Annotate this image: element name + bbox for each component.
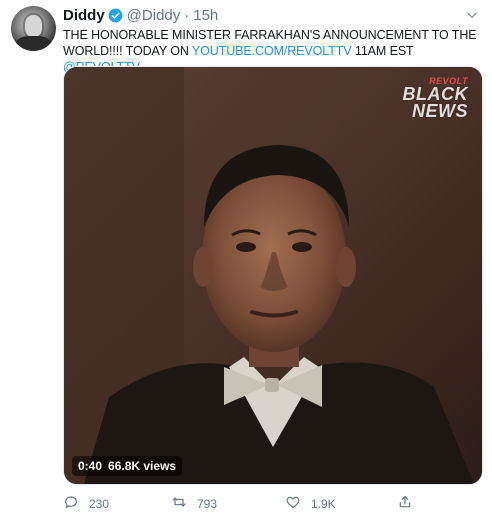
- avatar-shoulders: [15, 36, 52, 51]
- like-icon: [285, 494, 301, 513]
- tweet[interactable]: Diddy @Diddy · 15h THE HONORABLE MINISTE…: [0, 0, 492, 518]
- retweet-count: 793: [197, 496, 218, 511]
- revolt-black-news-logo: REVOLT BLACK NEWS: [403, 77, 469, 120]
- like-button[interactable]: 1.9K: [285, 494, 336, 513]
- retweet-icon: [171, 494, 187, 513]
- like-count: 1.9K: [311, 496, 336, 511]
- tweet-header: Diddy @Diddy · 15h: [63, 6, 218, 24]
- video-frame: [64, 67, 482, 484]
- tweet-text-time: 11AM EST: [351, 44, 414, 58]
- reply-count: 230: [89, 496, 110, 511]
- tweet-actions: 230 793 1.9K: [63, 494, 473, 514]
- share-button[interactable]: [397, 494, 413, 513]
- user-handle[interactable]: @Diddy: [127, 7, 181, 24]
- tweet-timestamp[interactable]: 15h: [193, 7, 218, 24]
- verified-badge-icon: [108, 8, 123, 23]
- video-info-overlay: 0:40 66.8K views: [72, 456, 183, 476]
- separator-dot: ·: [184, 6, 190, 24]
- share-icon: [397, 494, 413, 513]
- video-player[interactable]: REVOLT BLACK NEWS 0:40 66.8K views: [63, 66, 483, 485]
- retweet-button[interactable]: 793: [171, 494, 217, 513]
- chevron-down-icon[interactable]: [465, 8, 479, 22]
- avatar[interactable]: [11, 6, 56, 51]
- reply-icon: [63, 494, 79, 513]
- video-duration: 0:40: [78, 459, 103, 473]
- watermark-line-2: NEWS: [412, 100, 468, 121]
- display-name[interactable]: Diddy: [63, 7, 105, 24]
- youtube-link[interactable]: YOUTUBE.COM/REVOLTTV: [192, 44, 352, 58]
- video-views: 66.8K views: [108, 459, 177, 473]
- reply-button[interactable]: 230: [63, 494, 109, 513]
- avatar-face: [25, 15, 42, 37]
